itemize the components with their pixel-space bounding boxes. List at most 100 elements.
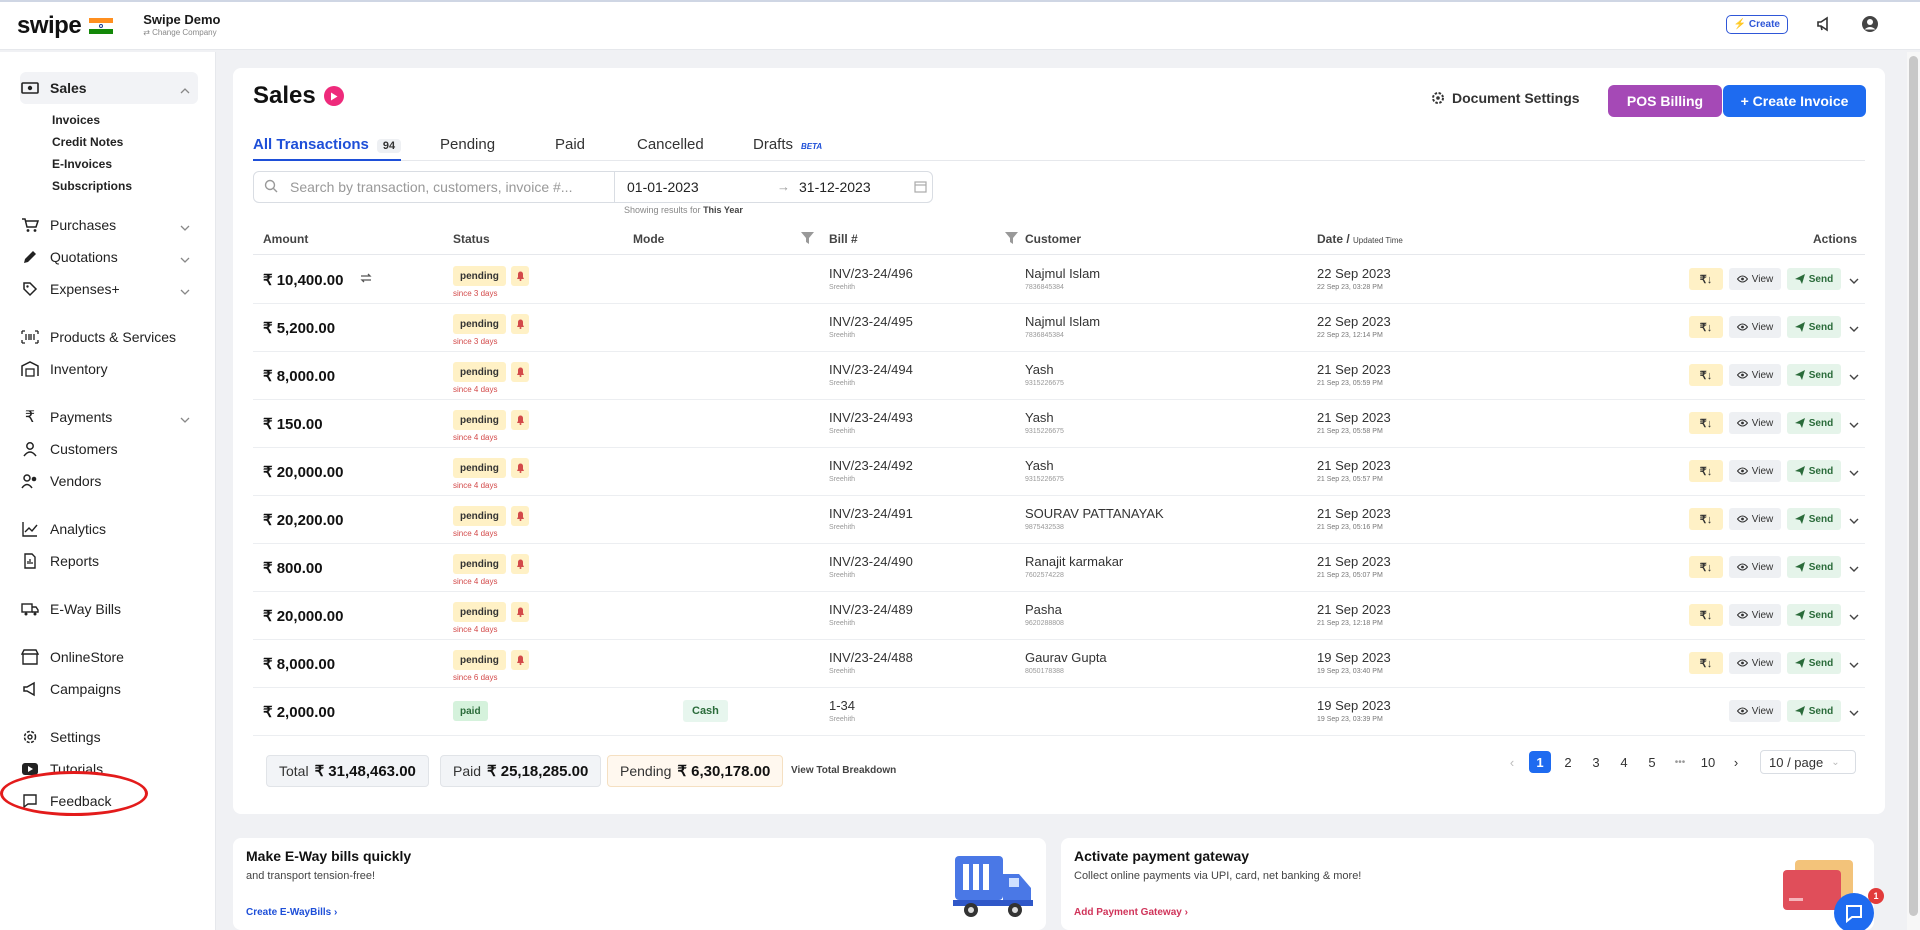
create-invoice-button[interactable]: + Create Invoice <box>1723 85 1866 117</box>
record-payment-button[interactable]: ₹↓ <box>1689 652 1723 674</box>
document-settings-button[interactable]: Document Settings <box>1431 90 1580 106</box>
table-row[interactable]: ₹ 10,400.00 pending since 3 days INV/23-24/… <box>253 256 1865 304</box>
send-button[interactable]: Send <box>1787 412 1841 434</box>
sidebar-item-purchases[interactable]: Purchases <box>20 209 198 241</box>
calendar-icon[interactable] <box>914 180 927 196</box>
view-button[interactable]: View <box>1729 652 1781 674</box>
change-company-link[interactable]: ⇄ Change Company <box>143 28 220 38</box>
page-1[interactable]: 1 <box>1529 751 1551 773</box>
view-button[interactable]: View <box>1729 604 1781 626</box>
play-video-icon[interactable] <box>323 86 344 106</box>
table-row[interactable]: ₹ 20,000.00 pending since 4 days INV/23-24/… <box>253 592 1865 640</box>
col-amount[interactable]: Amount <box>263 232 308 246</box>
chevron-down-icon[interactable] <box>1849 513 1859 528</box>
reminder-bell-icon[interactable] <box>511 458 529 478</box>
chevron-down-icon[interactable] <box>1849 609 1859 624</box>
customer-name[interactable]: Ranajit karmakar <box>1025 554 1123 569</box>
send-button[interactable]: Send <box>1787 652 1841 674</box>
tab-drafts[interactable]: Drafts BETA <box>753 136 822 153</box>
quick-create-button[interactable]: ⚡ Create <box>1725 14 1788 34</box>
customer-name[interactable]: Yash <box>1025 410 1054 425</box>
table-row[interactable]: ₹ 20,000.00 pending since 4 days INV/23-24/… <box>253 448 1865 496</box>
send-button[interactable]: Send <box>1787 604 1841 626</box>
add-payment-gateway-link[interactable]: Add Payment Gateway › <box>1074 907 1188 918</box>
page-scrollbar-thumb[interactable] <box>1909 56 1918 916</box>
bill-number[interactable]: 1-34 <box>829 698 855 713</box>
next-page-icon[interactable]: › <box>1722 755 1750 770</box>
bill-number[interactable]: INV/23-24/495 <box>829 314 913 329</box>
sidebar-sub-credit-notes[interactable]: Credit Notes <box>52 135 123 149</box>
chevron-down-icon[interactable] <box>1849 321 1859 336</box>
page-10[interactable]: 10 <box>1694 755 1722 770</box>
bill-number[interactable]: INV/23-24/494 <box>829 362 913 377</box>
megaphone-icon[interactable] <box>1814 14 1834 34</box>
filter-icon[interactable] <box>1005 232 1018 247</box>
page-3[interactable]: 3 <box>1582 755 1610 770</box>
filter-icon[interactable] <box>801 232 814 247</box>
table-row[interactable]: ₹ 20,200.00 pending since 4 days INV/23-24/… <box>253 496 1865 544</box>
customer-name[interactable]: Yash <box>1025 362 1054 377</box>
record-payment-button[interactable]: ₹↓ <box>1689 460 1723 482</box>
reminder-bell-icon[interactable] <box>511 602 529 622</box>
more-pages[interactable]: ••• <box>1666 757 1694 768</box>
date-from-input[interactable]: 01-01-2023 <box>627 179 699 195</box>
customer-name[interactable]: Yash <box>1025 458 1054 473</box>
page-size-select[interactable]: 10 / page ⌄ <box>1760 750 1856 774</box>
sidebar-item-vendors[interactable]: Vendors <box>20 465 198 497</box>
page-5[interactable]: 5 <box>1638 755 1666 770</box>
sidebar-sub-invoices[interactable]: Invoices <box>52 113 100 127</box>
record-payment-button[interactable]: ₹↓ <box>1689 556 1723 578</box>
record-payment-button[interactable]: ₹↓ <box>1689 268 1723 290</box>
send-button[interactable]: Send <box>1787 364 1841 386</box>
record-payment-button[interactable]: ₹↓ <box>1689 508 1723 530</box>
create-ewaybills-link[interactable]: Create E-WayBills › <box>246 907 337 918</box>
bill-number[interactable]: INV/23-24/489 <box>829 602 913 617</box>
customer-name[interactable]: Najmul Islam <box>1025 314 1100 329</box>
view-total-breakdown-link[interactable]: View Total Breakdown <box>791 765 896 776</box>
sidebar-item-reports[interactable]: Reports <box>20 545 198 577</box>
table-row[interactable]: ₹ 5,200.00 pending since 3 days INV/23-24/4… <box>253 304 1865 352</box>
send-button[interactable]: Send <box>1787 508 1841 530</box>
bill-number[interactable]: INV/23-24/496 <box>829 266 913 281</box>
sidebar-item-inventory[interactable]: Inventory <box>20 353 198 385</box>
send-button[interactable]: Send <box>1787 268 1841 290</box>
col-mode[interactable]: Mode <box>633 232 664 246</box>
view-button[interactable]: View <box>1729 460 1781 482</box>
reminder-bell-icon[interactable] <box>511 362 529 382</box>
reminder-bell-icon[interactable] <box>511 554 529 574</box>
record-payment-button[interactable]: ₹↓ <box>1689 316 1723 338</box>
reminder-bell-icon[interactable] <box>511 314 529 334</box>
sidebar-item-products-services[interactable]: Products & Services <box>20 321 198 353</box>
table-row[interactable]: ₹ 800.00 pending since 4 days INV/23-24/490… <box>253 544 1865 592</box>
view-button[interactable]: View <box>1729 508 1781 530</box>
tab-pending[interactable]: Pending <box>440 136 495 153</box>
bill-number[interactable]: INV/23-24/491 <box>829 506 913 521</box>
chevron-down-icon[interactable] <box>1849 705 1859 720</box>
bill-number[interactable]: INV/23-24/493 <box>829 410 913 425</box>
sidebar-sub-e-invoices[interactable]: E-Invoices <box>52 157 112 171</box>
col-status[interactable]: Status <box>453 232 490 246</box>
chevron-down-icon[interactable] <box>1849 417 1859 432</box>
customer-name[interactable]: Pasha <box>1025 602 1062 617</box>
pos-billing-button[interactable]: POS Billing <box>1608 85 1722 117</box>
col-date[interactable]: Date / Updated Time <box>1317 232 1403 246</box>
reminder-bell-icon[interactable] <box>511 650 529 670</box>
send-button[interactable]: Send <box>1787 700 1841 722</box>
sidebar-item-sales[interactable]: Sales <box>20 72 198 104</box>
view-button[interactable]: View <box>1729 364 1781 386</box>
chevron-down-icon[interactable] <box>1849 561 1859 576</box>
customer-name[interactable]: SOURAV PATTANAYAK <box>1025 506 1164 521</box>
record-payment-button[interactable]: ₹↓ <box>1689 364 1723 386</box>
send-button[interactable]: Send <box>1787 316 1841 338</box>
page-4[interactable]: 4 <box>1610 755 1638 770</box>
view-button[interactable]: View <box>1729 556 1781 578</box>
view-button[interactable]: View <box>1729 316 1781 338</box>
send-button[interactable]: Send <box>1787 556 1841 578</box>
reminder-bell-icon[interactable] <box>511 506 529 526</box>
record-payment-button[interactable]: ₹↓ <box>1689 412 1723 434</box>
chevron-down-icon[interactable] <box>1849 273 1859 288</box>
table-row[interactable]: ₹ 150.00 pending since 4 days INV/23-24/493… <box>253 400 1865 448</box>
view-button[interactable]: View <box>1729 412 1781 434</box>
sidebar-item-payments[interactable]: ₹ Payments <box>20 401 198 433</box>
bill-number[interactable]: INV/23-24/492 <box>829 458 913 473</box>
